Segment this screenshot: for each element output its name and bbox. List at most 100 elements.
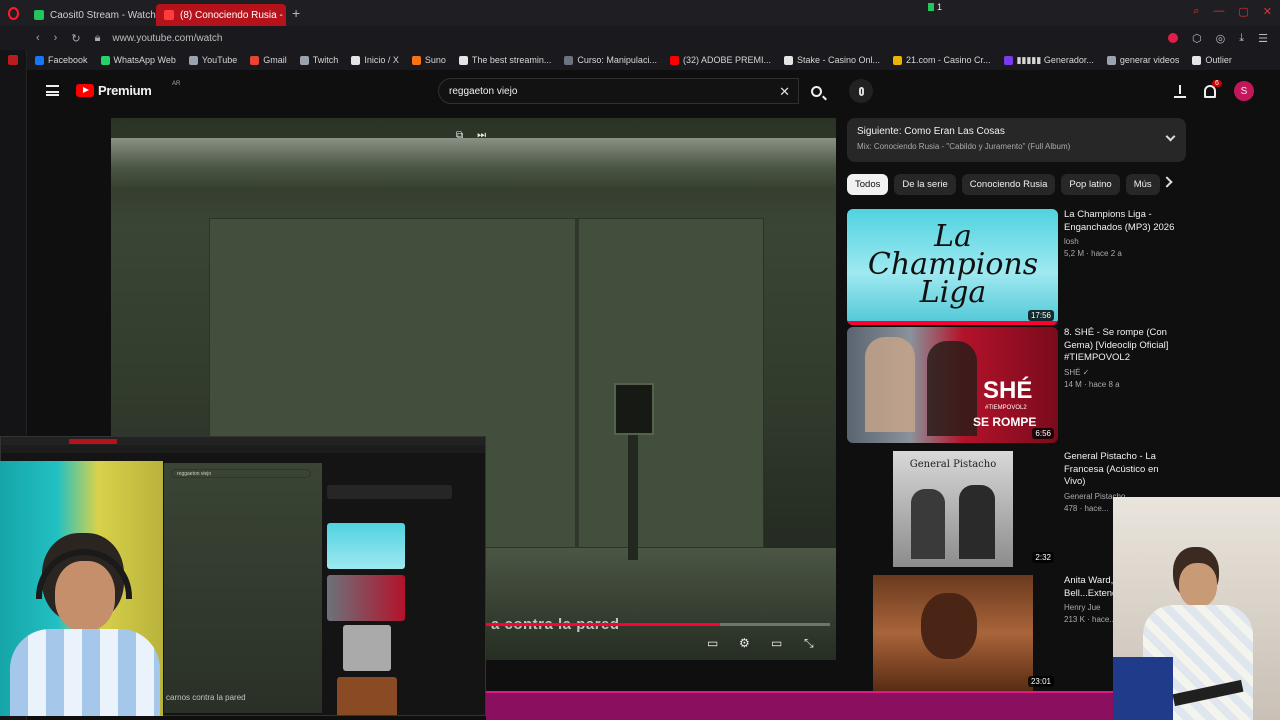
youtube-tab-icon [164,10,174,20]
url-field[interactable]: www.youtube.com/watch [112,33,222,44]
region-code: AR [172,81,181,87]
video-frame-box [614,383,654,435]
bookmark-item[interactable]: Twitch [299,55,338,65]
bookmark-item[interactable]: YouTube [188,55,237,65]
bookmark-item[interactable]: 21.com - Casino Cr... [893,55,991,65]
hamburger-menu-icon[interactable] [46,85,59,96]
theater-mode-icon[interactable]: ▭ [771,636,782,650]
tab-counter[interactable]: 1 [928,2,942,12]
up-next-panel[interactable]: Siguiente: Como Eran Las Cosas Mix: Cono… [847,118,1186,162]
bookmark-item[interactable]: Curso: Manipulaci... [564,55,657,65]
clear-search-icon[interactable]: ✕ [779,84,790,100]
sidebar-app-icon[interactable] [8,55,18,65]
bookmark-favicon-icon [783,55,793,65]
record-extension-icon[interactable] [1168,32,1179,43]
opera-menu-icon[interactable] [0,0,26,26]
video-meta: 8. SHÉ - Se rompe (Con Gema) [Videoclip … [1064,327,1179,389]
recommendation-item[interactable]: La Champions Liga 17:56 La Champions Lig… [847,209,1177,329]
bookmark-label: (32) ADOBE PREMI... [682,55,771,65]
download-icon[interactable]: ⤓ [1239,32,1244,45]
video-duration: 17:56 [1027,310,1054,321]
browser-tab-youtube[interactable]: (8) Conociendo Rusia - ✕ [156,4,286,26]
webcam-left [0,461,163,716]
maximize-button[interactable]: ▢ [1238,5,1248,18]
minimize-button[interactable]: — [1213,5,1224,18]
back-icon[interactable]: ‹ [36,32,40,44]
video-thumbnail[interactable]: SHÉ #TIEMPOVOL2 SE ROMPE 6:56 [847,327,1058,443]
forward-icon[interactable]: › [54,32,58,44]
bookmark-item[interactable]: (32) ADOBE PREMI... [669,55,771,65]
bookmark-item[interactable]: Gmail [250,55,287,65]
bookmark-favicon-icon [351,55,361,65]
bookmark-label: The best streamin... [471,55,552,65]
video-title[interactable]: General Pistacho - La Francesa (Acústico… [1064,451,1179,489]
reload-icon[interactable]: ↻ [71,32,80,45]
search-query: reggaeton viejo [449,85,518,97]
bookmark-item[interactable]: Stake - Casino Onl... [783,55,881,65]
progress-bar[interactable] [485,623,830,626]
next-video-icon[interactable]: ⏭ [477,130,486,141]
bookmark-label: Suno [424,55,446,65]
bookmark-item[interactable]: generar videos [1106,55,1179,65]
settings-gear-icon[interactable]: ⚙ [739,636,750,650]
youtube-masthead: Premium AR reggaeton viejo ✕ 6 S [27,70,1280,112]
thumbnail-text: General Pistacho [909,459,997,470]
bookmark-item[interactable]: Facebook [35,55,88,65]
filter-chip[interactable]: Conociendo Rusia [961,174,1056,195]
bookmark-item[interactable]: Outlier [1192,55,1232,65]
search-input[interactable]: reggaeton viejo ✕ [438,78,799,104]
filter-chip[interactable]: Mús [1125,174,1160,195]
menu-icon[interactable]: ☰ [1258,32,1268,45]
stream-overlay-bar [486,691,1113,720]
webcam-person-shirt [10,629,160,716]
bookmark-favicon-icon [411,55,421,65]
bookmark-item[interactable]: ▮▮▮▮▮ Generador... [1003,55,1094,66]
bookmark-item[interactable]: Suno [411,55,446,65]
video-title[interactable]: La Champions Liga - Enganchados (MP3) 20… [1064,209,1179,234]
bookmark-label: Stake - Casino Onl... [796,55,881,65]
bookmark-favicon-icon [188,55,198,65]
close-window-button[interactable]: ✕ [1263,5,1272,18]
bookmark-favicon-icon [35,55,44,65]
fullscreen-icon[interactable]: ⤡ [804,636,814,651]
bookmark-label: Curso: Manipulaci... [577,55,657,65]
recommendation-item[interactable]: SHÉ #TIEMPOVOL2 SE ROMPE 6:56 8. SHÉ - S… [847,327,1177,447]
miniplayer-icon[interactable]: ⧉ [456,130,463,141]
mini-thumbnail [327,523,405,569]
bookmark-item[interactable]: WhatsApp Web [100,55,176,65]
upload-icon[interactable] [1174,84,1186,98]
video-thumbnail[interactable]: General Pistacho 2:32 [847,451,1058,567]
browser-tab-stream[interactable]: Caosit0 Stream - Watch Li ✕ [26,4,156,26]
youtube-premium-logo[interactable]: Premium AR [76,81,180,98]
avatar[interactable]: S [1234,81,1254,101]
extensions-icon[interactable]: ⬡ [1192,32,1202,45]
filter-chip[interactable]: De la serie [894,174,956,195]
webcam-right [1113,497,1280,720]
search-tabs-icon[interactable]: ⌕ [1193,5,1199,18]
video-meta: La Champions Liga - Enganchados (MP3) 20… [1064,209,1179,258]
subtitles-icon[interactable]: ▭ [707,636,718,650]
video-thumbnail[interactable]: La Champions Liga 17:56 [847,209,1058,325]
filter-chip[interactable]: Todos [847,174,889,195]
bookmarks-bar: Facebook WhatsApp Web YouTube Gmail Twitch In… [27,50,1280,70]
lock-icon[interactable]: 🔒︎ [95,32,101,45]
notifications-bell-icon[interactable]: 6 [1204,79,1222,98]
thumbnail-title: SE ROMPE [973,415,1037,429]
snapshot-icon[interactable]: ◎ [1216,32,1226,45]
video-title[interactable]: 8. SHÉ - Se rompe (Con Gema) [Videoclip … [1064,327,1179,365]
bookmark-label: 21.com - Casino Cr... [906,55,991,65]
voice-search-button[interactable] [849,79,873,103]
thumbnail-text: La Champions Liga [867,219,1039,310]
channel-name[interactable]: losh [1064,237,1179,246]
bookmark-item[interactable]: Inicio / X [351,55,399,65]
bookmark-label: Outlier [1205,55,1232,65]
kick-icon [34,10,44,20]
thumbnail-brand: SHÉ [983,377,1033,404]
channel-name[interactable]: SHÉ ✓ [1064,368,1179,377]
bookmark-favicon-icon [669,55,679,65]
filter-chip[interactable]: Pop latino [1061,174,1120,195]
new-tab-button[interactable]: + [292,5,300,21]
video-thumbnail[interactable]: 23:01 [847,575,1058,691]
bookmark-item[interactable]: The best streamin... [458,55,552,65]
search-button[interactable] [799,78,833,104]
